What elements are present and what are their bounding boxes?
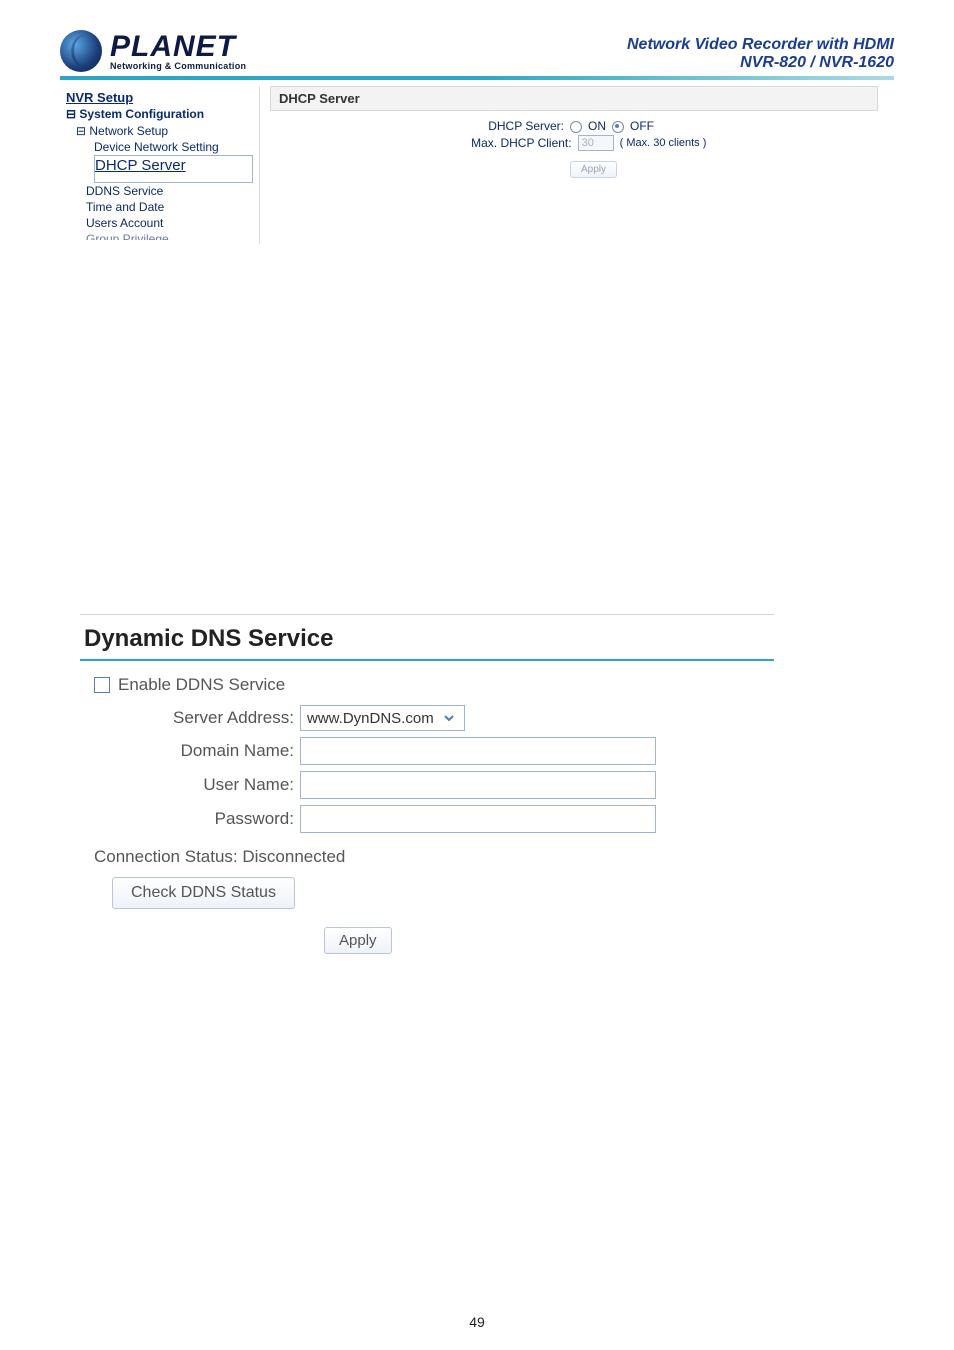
row-user-name: User Name: [94, 771, 770, 799]
server-address-value: www.DynDNS.com [307, 710, 434, 727]
domain-name-label: Domain Name: [94, 741, 300, 761]
user-name-input[interactable] [300, 771, 656, 799]
ddns-panel: Dynamic DNS Service Enable DDNS Service … [80, 614, 774, 958]
dhcp-server-label: DHCP Server: [394, 119, 564, 133]
nav-item-time-and-date[interactable]: Time and Date [86, 199, 253, 215]
dhcp-panel-title: DHCP Server [270, 86, 878, 111]
row-password: Password: [94, 805, 770, 833]
nav-item-users-account[interactable]: Users Account [86, 215, 253, 231]
logo: PLANET Networking & Communication [60, 30, 246, 72]
nav-section-system-configuration[interactable]: ⊟ System Configuration [66, 107, 253, 121]
nav-item-ddns-service[interactable]: DDNS Service [86, 183, 253, 199]
doc-title-line1: Network Video Recorder with HDMI [627, 36, 894, 54]
brand-tagline: Networking & Communication [110, 62, 246, 71]
row-enable-ddns: Enable DDNS Service [94, 675, 770, 695]
doc-title-line2: NVR-820 / NVR-1620 [627, 54, 894, 72]
radio-off-label: OFF [630, 119, 654, 133]
connection-status: Connection Status: Disconnected [94, 847, 770, 867]
nav-item-dhcp-server[interactable]: DHCP Server [94, 155, 253, 183]
nav-section-label: System Configuration [79, 107, 204, 121]
dhcp-server-panel: NVR Setup ⊟ System Configuration ⊟ Netwo… [60, 86, 894, 244]
user-name-label: User Name: [94, 775, 300, 795]
planet-logo-icon [60, 30, 102, 72]
dhcp-content: DHCP Server DHCP Server: ON OFF Max. DHC… [260, 86, 894, 244]
radio-off[interactable] [612, 121, 624, 133]
nav-tree: ⊟ Network Setup Device Network Setting D… [76, 123, 253, 240]
enable-ddns-checkbox[interactable] [94, 677, 110, 693]
server-address-select[interactable]: www.DynDNS.com [300, 705, 465, 731]
doc-header: PLANET Networking & Communication Networ… [60, 30, 894, 72]
header-divider [60, 76, 894, 80]
enable-ddns-label: Enable DDNS Service [118, 675, 285, 695]
nav-item-network-setup[interactable]: ⊟ Network Setup [76, 123, 253, 139]
nvr-setup-nav: NVR Setup ⊟ System Configuration ⊟ Netwo… [60, 86, 260, 244]
row-dhcp-server-state: DHCP Server: ON OFF [270, 119, 894, 133]
nav-item-truncated[interactable]: Group Privilege [86, 231, 253, 240]
max-dhcp-label: Max. DHCP Client: [402, 136, 572, 150]
ddns-apply-button[interactable]: Apply [324, 927, 392, 954]
server-address-label: Server Address: [94, 708, 300, 728]
check-ddns-status-button[interactable]: Check DDNS Status [112, 877, 295, 909]
max-dhcp-input[interactable] [578, 135, 614, 151]
nav-item-label: Network Setup [89, 124, 168, 138]
nvr-setup-title[interactable]: NVR Setup [66, 90, 253, 105]
ddns-top-divider [80, 614, 774, 615]
dhcp-form: DHCP Server: ON OFF Max. DHCP Client: ( … [270, 119, 894, 178]
chevron-down-icon [440, 708, 458, 728]
radio-on-label: ON [588, 119, 606, 133]
row-server-address: Server Address: www.DynDNS.com [94, 705, 770, 731]
ddns-panel-title: Dynamic DNS Service [80, 617, 774, 661]
nav-item-device-network-setting[interactable]: Device Network Setting [94, 139, 253, 155]
domain-name-input[interactable] [300, 737, 656, 765]
brand-name: PLANET [110, 32, 246, 62]
ddns-form: Enable DDNS Service Server Address: www.… [80, 661, 774, 958]
doc-title: Network Video Recorder with HDMI NVR-820… [627, 36, 894, 72]
dhcp-apply-button[interactable]: Apply [570, 161, 617, 178]
password-input[interactable] [300, 805, 656, 833]
max-dhcp-hint: ( Max. 30 clients ) [620, 137, 707, 149]
radio-on[interactable] [570, 121, 582, 133]
row-max-dhcp-client: Max. DHCP Client: ( Max. 30 clients ) [270, 135, 894, 151]
row-domain-name: Domain Name: [94, 737, 770, 765]
password-label: Password: [94, 809, 300, 829]
page-number: 49 [0, 1314, 954, 1330]
logo-text: PLANET Networking & Communication [110, 32, 246, 71]
